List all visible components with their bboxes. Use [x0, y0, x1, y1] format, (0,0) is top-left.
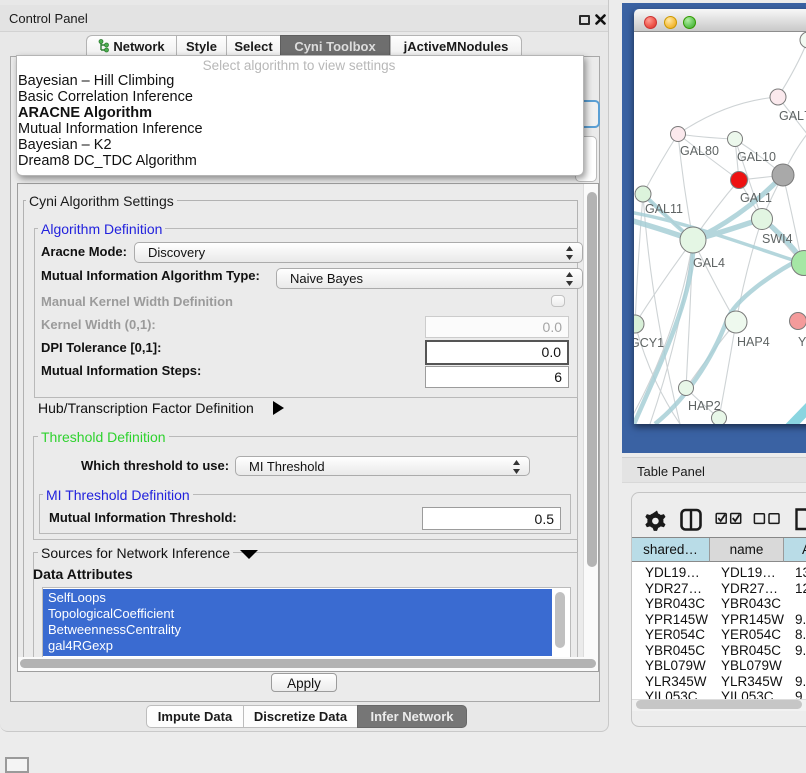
svg-text:GAL4: GAL4 — [693, 256, 725, 270]
svg-text:GAL7: GAL7 — [779, 109, 806, 123]
svg-text:Y: Y — [798, 335, 806, 349]
svg-text:HAP4: HAP4 — [737, 335, 770, 349]
svg-text:GAL1: GAL1 — [740, 191, 772, 205]
svg-text:GCY1: GCY1 — [634, 336, 664, 350]
svg-text:GAL11: GAL11 — [645, 202, 683, 216]
svg-text:GAL80: GAL80 — [680, 144, 719, 158]
svg-text:HAP2: HAP2 — [688, 399, 721, 413]
svg-text:GAL10: GAL10 — [737, 150, 776, 164]
svg-text:SWI4: SWI4 — [762, 232, 793, 246]
